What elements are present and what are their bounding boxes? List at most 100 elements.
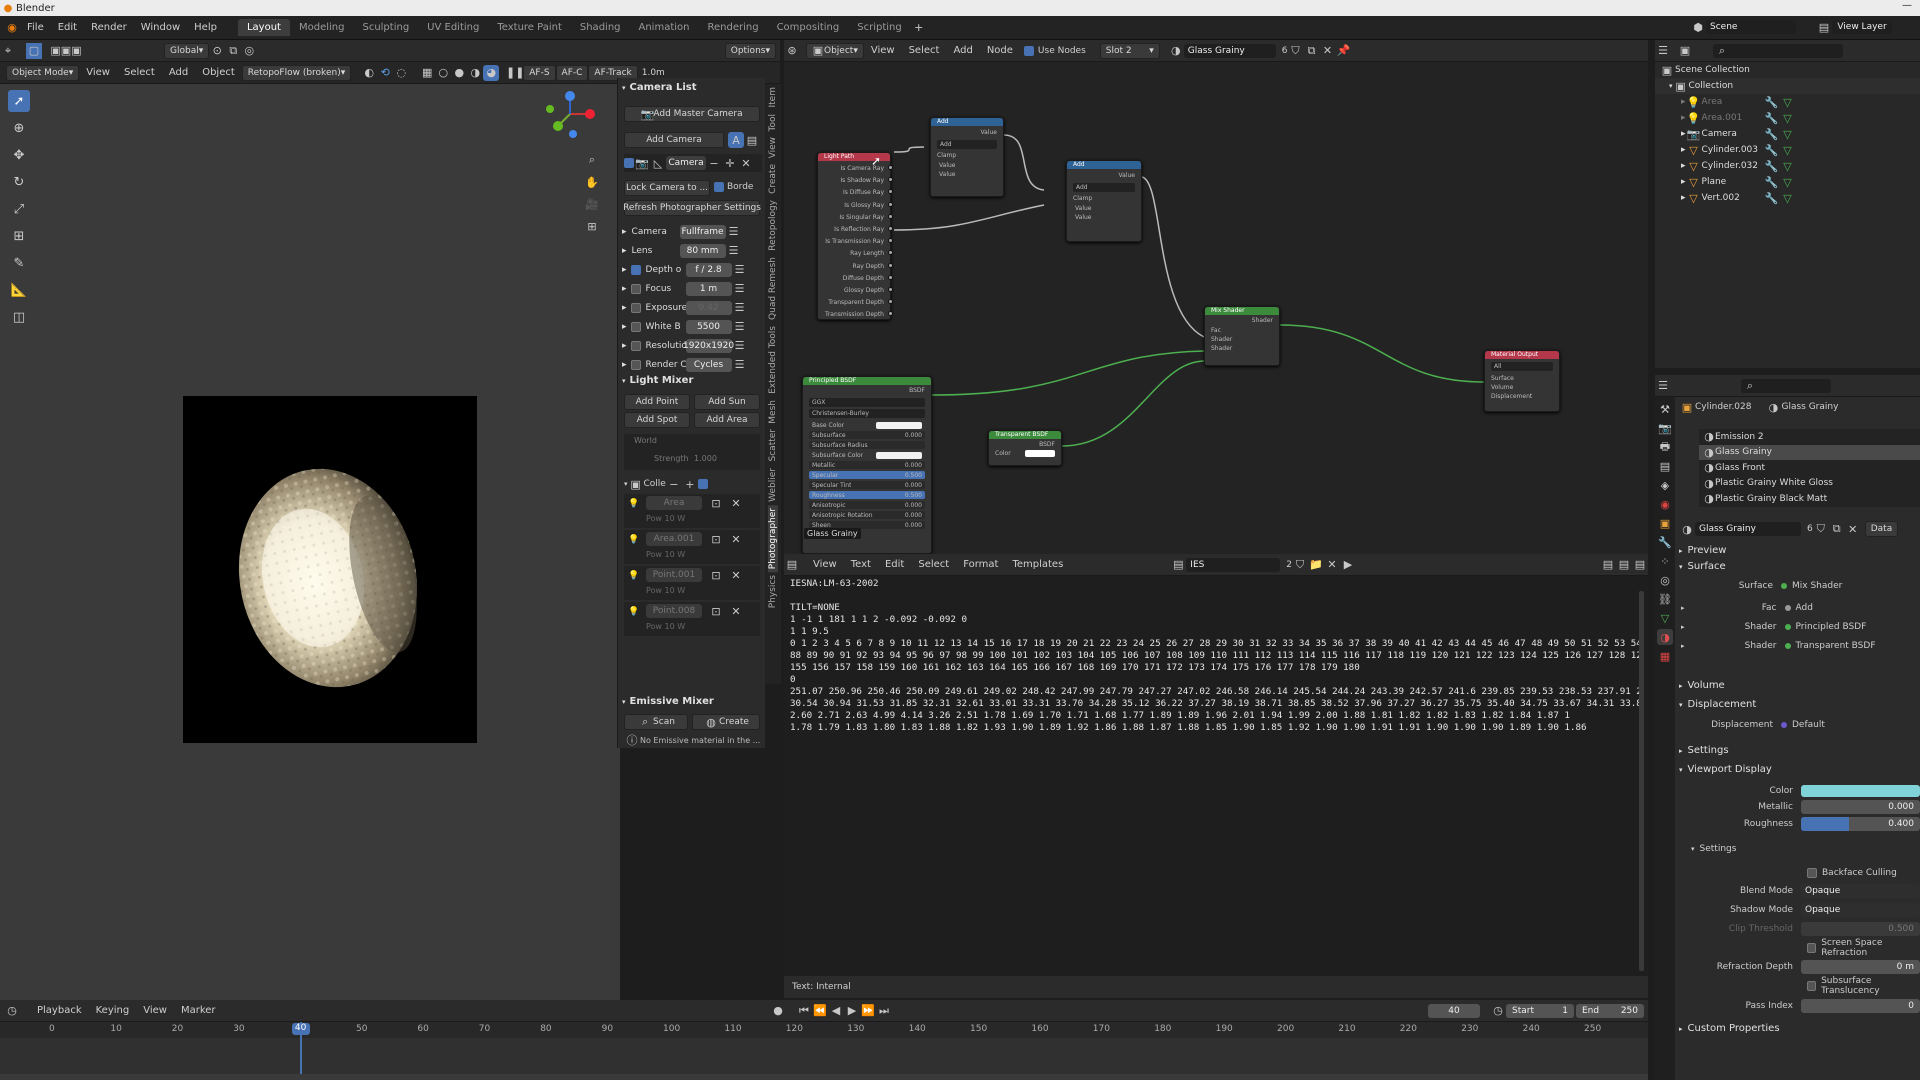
select-mode-icon[interactable]: ▣▣▣ bbox=[50, 43, 81, 59]
retopoflow-menu[interactable]: RetopoFlow (broken) ▾ bbox=[241, 64, 352, 81]
overlay-icon[interactable]: ◌ bbox=[393, 65, 409, 81]
text-scrollbar[interactable] bbox=[1639, 591, 1644, 971]
camera-name[interactable]: Camera bbox=[666, 156, 706, 170]
create-button[interactable]: ◍ Create bbox=[692, 714, 760, 730]
side-tab-scatter[interactable]: Scatter bbox=[768, 426, 778, 464]
particles-tab-icon[interactable]: ⁘ bbox=[1657, 553, 1673, 569]
viewport-menu-view[interactable]: View bbox=[79, 67, 117, 78]
wireframe-shading-icon[interactable]: ○ bbox=[435, 65, 451, 81]
principled-input-subsurface[interactable]: Subsurface 0.000 bbox=[809, 430, 925, 440]
side-tab-quad-remesh[interactable]: Quad Remesh bbox=[768, 254, 778, 323]
next-keyframe-icon[interactable]: ⏩ bbox=[860, 1003, 876, 1019]
cursor-tool-icon[interactable]: ⊕ bbox=[8, 117, 30, 139]
material-slot-plastic-grainy-black-matt[interactable]: ◑ Plastic Grainy Black Matt bbox=[1699, 491, 1920, 507]
collection-row[interactable]: ▾ ▣ Collection bbox=[1655, 78, 1920, 94]
mat-unlink-icon[interactable]: ✕ bbox=[1845, 521, 1861, 537]
text-menu-text[interactable]: Text bbox=[844, 559, 878, 570]
principled-input-subsurface-color[interactable]: Subsurface Color bbox=[809, 450, 925, 460]
principled-input-anisotropic-rotation[interactable]: Anisotropic Rotation 0.000 bbox=[809, 510, 925, 520]
select-tool-icon[interactable]: ➚ bbox=[8, 90, 30, 112]
outliner-item-plane[interactable]: ▸ ▽ Plane 🔧 ▽ bbox=[1655, 174, 1920, 190]
light-name-field[interactable]: Point.008 bbox=[646, 604, 702, 618]
material-slot-glass-front[interactable]: ◑ Glass Front bbox=[1699, 460, 1920, 476]
add-area-button[interactable]: Add Area bbox=[694, 412, 760, 428]
af-s-button[interactable]: AF-S bbox=[523, 64, 556, 81]
timeline-menu-view[interactable]: View bbox=[136, 1005, 174, 1016]
fake-user-icon[interactable]: ⛉ bbox=[1288, 43, 1304, 59]
side-tab-mesh[interactable]: Mesh bbox=[768, 397, 778, 427]
lock-camera-button[interactable]: Lock Camera to ... bbox=[624, 180, 710, 196]
workspace-tab-modeling[interactable]: Modeling bbox=[290, 19, 354, 36]
side-tab-create[interactable]: Create bbox=[768, 161, 778, 197]
node-menu-select[interactable]: Select bbox=[902, 45, 947, 56]
modifier-tab-icon[interactable]: 🔧 bbox=[1657, 534, 1673, 550]
principled-input-roughness[interactable]: Roughness 0.500 bbox=[809, 490, 925, 500]
refraction-depth-field[interactable]: 0 m bbox=[1801, 960, 1920, 974]
output-socket[interactable] bbox=[888, 274, 893, 280]
pan-hand-icon[interactable]: ✋ bbox=[584, 174, 600, 190]
world-tab-icon[interactable]: ◉ bbox=[1657, 496, 1673, 512]
refresh-photographer-button[interactable]: Refresh Photographer Settings bbox=[623, 200, 761, 216]
light-name-field[interactable]: Area bbox=[646, 496, 702, 510]
material-slot-plastic-grainy-white-gloss[interactable]: ◑ Plastic Grainy White Gloss bbox=[1699, 476, 1920, 492]
photographer-row-white-b[interactable]: ▸ White B 5500 ☰ bbox=[618, 317, 766, 336]
workspace-tab-rendering[interactable]: Rendering bbox=[698, 19, 767, 36]
scene-selector[interactable]: Scene bbox=[1706, 20, 1796, 34]
end-frame-field[interactable]: End 250 bbox=[1576, 1003, 1644, 1018]
line-numbers-icon[interactable]: ▤ bbox=[1600, 557, 1616, 573]
clip-threshold-slider[interactable]: 0.500 bbox=[1801, 922, 1920, 936]
camera-list-header[interactable]: ▾ Camera List bbox=[622, 82, 697, 93]
select-box-icon[interactable]: ▢ bbox=[26, 42, 42, 59]
principled-input-specular-tint[interactable]: Specular Tint 0.000 bbox=[809, 480, 925, 490]
camera-entry[interactable]: 📷 ◺ Camera − ✛ ✕ bbox=[624, 154, 762, 172]
custom-properties-panel[interactable]: ▸ Custom Properties bbox=[1679, 1023, 1780, 1034]
color-swatch[interactable] bbox=[876, 451, 922, 459]
principled-input-base-color[interactable]: Base Color bbox=[809, 420, 925, 430]
workspace-tab-layout[interactable]: Layout bbox=[237, 19, 290, 36]
slot-dropdown[interactable]: Slot 2 ▾ bbox=[1099, 42, 1160, 59]
expand-arrow-icon[interactable]: ▸ bbox=[622, 303, 627, 313]
list-options-icon[interactable]: ☰ bbox=[732, 357, 748, 373]
workspace-tab-scripting[interactable]: Scripting bbox=[848, 19, 910, 36]
options-dropdown[interactable]: Options ▾ bbox=[724, 42, 776, 59]
workspace-tab-texture-paint[interactable]: Texture Paint bbox=[488, 19, 571, 36]
workspace-tab-sculpting[interactable]: Sculpting bbox=[353, 19, 418, 36]
border-checkbox[interactable] bbox=[714, 182, 724, 192]
navigation-gizmo[interactable] bbox=[540, 84, 600, 144]
side-tab-tool[interactable]: Tool bbox=[768, 111, 778, 134]
add2-operation[interactable]: Add bbox=[1073, 183, 1135, 192]
row-value[interactable]: Cycles bbox=[685, 357, 732, 372]
timeline-scrollbar[interactable] bbox=[0, 1074, 1648, 1080]
gizmo-x-axis[interactable] bbox=[585, 109, 595, 119]
timeline-menu-playback[interactable]: Playback bbox=[30, 1005, 89, 1016]
tool-tab-icon[interactable]: ⚒ bbox=[1657, 401, 1673, 417]
playhead-frame-label[interactable]: 40 bbox=[291, 1023, 310, 1035]
outliner-item-area-001[interactable]: ▸ 💡 Area.001 🔧 ▽ bbox=[1655, 110, 1920, 126]
light-name-field[interactable]: Point.001 bbox=[646, 568, 702, 582]
subsurface-method-dropdown[interactable]: Christensen-Burley bbox=[809, 409, 925, 418]
perspective-grid-icon[interactable]: ⊞ bbox=[584, 218, 600, 234]
row-value[interactable]: 1 m bbox=[685, 281, 732, 296]
settings-subpanel[interactable]: ▾ Settings bbox=[1691, 844, 1736, 854]
node-editor-type-icon[interactable]: ⊛ bbox=[784, 43, 800, 59]
row-checkbox[interactable] bbox=[630, 264, 641, 275]
side-tab-extended-tools[interactable]: Extended Tools bbox=[768, 323, 778, 397]
light-bulb-icon[interactable]: 💡 bbox=[626, 568, 642, 584]
light-mixer-header[interactable]: ▾ Light Mixer bbox=[622, 375, 693, 386]
photographer-row-render-c[interactable]: ▸ Render C Cycles ☰ bbox=[618, 355, 766, 374]
row-value[interactable]: 9.42 bbox=[685, 300, 732, 315]
row-value[interactable]: Fullframe bbox=[679, 224, 726, 239]
scene-collection-row[interactable]: ▣ Scene Collection bbox=[1655, 62, 1920, 78]
list-options-icon[interactable]: ☰ bbox=[726, 243, 742, 259]
expand-arrow-icon[interactable]: ▸ bbox=[622, 360, 627, 370]
select-light-icon[interactable]: ⊡ bbox=[708, 567, 724, 583]
blender-menu-icon[interactable]: ◉ bbox=[4, 20, 20, 36]
output-socket[interactable] bbox=[888, 262, 893, 268]
outliner-item-vert-002[interactable]: ▸ ▽ Vert.002 🔧 ▽ bbox=[1655, 190, 1920, 206]
principled-input-metallic[interactable]: Metallic 0.000 bbox=[809, 460, 925, 470]
delete-light-icon[interactable]: ✕ bbox=[728, 495, 744, 511]
mat-fake-user-icon[interactable]: ⛉ bbox=[1813, 521, 1829, 537]
object-tab-icon[interactable]: ▣ bbox=[1657, 515, 1673, 531]
gizmo-neg-z[interactable] bbox=[569, 130, 577, 138]
timeline-track[interactable] bbox=[0, 1038, 1648, 1074]
